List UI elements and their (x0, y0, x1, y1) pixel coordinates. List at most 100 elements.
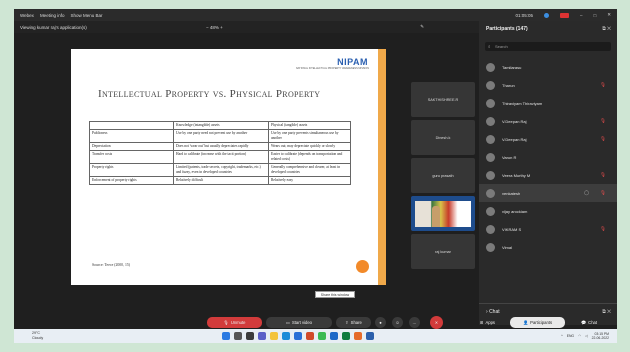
slide-source: Source: Teece (2000, 15) (92, 263, 131, 267)
show-menu-bar[interactable]: Show Menu Bar (70, 13, 102, 18)
chat-label: Chat (588, 320, 598, 325)
tile-name: Dinesh.k (435, 135, 451, 140)
participant-row[interactable]: Thiraviyam Thiraviyam (479, 94, 617, 112)
meeting-info-menu[interactable]: Meeting info (40, 13, 65, 18)
mic-off-icon: 🎙 (223, 319, 229, 325)
record-button[interactable]: ● (375, 317, 386, 328)
share-button[interactable]: ⇪ Share (336, 317, 371, 328)
muted-mic-icon: 🎙 (600, 136, 606, 141)
excel-icon[interactable] (342, 332, 350, 340)
weather-widget[interactable]: 29°C Cloudy (32, 331, 43, 340)
participant-name: vijay arockiam (502, 208, 528, 214)
participants-title: Participants (147) (486, 26, 528, 32)
chat-bubble-icon[interactable]: ◯ (584, 190, 589, 196)
share-icon: ⇪ (345, 320, 349, 325)
teams-icon[interactable] (258, 332, 266, 340)
video-tile[interactable]: guru prasath (411, 158, 475, 193)
tray-chevron-icon[interactable]: ^ (561, 334, 563, 338)
lang-indicator[interactable]: ENG (567, 334, 574, 338)
edge-icon[interactable] (282, 332, 290, 340)
search-icon[interactable] (234, 332, 242, 340)
annotate-icon[interactable]: ✎ (420, 24, 424, 30)
apps-button[interactable]: ⊞ Apps (471, 317, 504, 328)
table-row: Publicness Use by one party need not pre… (89, 129, 351, 143)
more-icon: … (412, 320, 417, 325)
video-tile[interactable]: SAKTHISHREE.R (411, 82, 475, 117)
smile-icon: ☺ (395, 320, 400, 325)
avatar (486, 188, 495, 198)
more-button[interactable]: … (409, 317, 420, 328)
table-cell: Use by one party prevents simultaneous u… (268, 129, 351, 143)
table-cell: Publicness (89, 129, 174, 143)
close-icon[interactable]: ⧉ ✕ (602, 309, 611, 315)
table-cell: Hard to calibrate (increase with the tac… (173, 150, 269, 164)
start-video-label: Start video (291, 320, 312, 325)
chrome-icon[interactable] (318, 332, 326, 340)
avatar (486, 116, 495, 126)
store-icon[interactable] (294, 332, 302, 340)
video-tile[interactable]: Dinesh.k (411, 120, 475, 155)
office-icon[interactable] (306, 332, 314, 340)
participant-row-selected[interactable]: venkatesh ◯ 🎙 (479, 184, 617, 202)
shared-slide: NIPAM NATIONAL INTELLECTUAL PROPERTY AWA… (71, 49, 386, 285)
participant-row[interactable]: V.Deepan Raj 🎙 (479, 112, 617, 130)
search-icon: ⌕ (488, 44, 491, 49)
webex-window: Webex Meeting info Show Menu Bar 01:05:0… (14, 9, 617, 343)
avatar (486, 134, 495, 144)
share-label: Share (350, 320, 362, 325)
table-row: Property rights Limited (patents, trade … (89, 163, 351, 177)
windows-taskbar: 29°C Cloudy ^ ENG ◠ ◁ 03:15 PM 22-06-202… (14, 329, 617, 343)
participant-row[interactable]: Vimal (479, 238, 617, 256)
table-cell: Easier to calibrate (depends on transpor… (268, 150, 351, 164)
participant-row[interactable]: Varun R (479, 148, 617, 166)
comparison-table: Knowledge (intangible) assets Physical (… (89, 121, 351, 185)
record-icon: ● (379, 320, 382, 325)
windows-start-icon[interactable] (222, 332, 230, 340)
participant-row[interactable]: Tharun 🎙 (479, 76, 617, 94)
leave-button[interactable]: ✕ (430, 316, 443, 329)
video-tile-active[interactable] (411, 196, 475, 231)
system-clock[interactable]: 03:15 PM 22-06-2022 (592, 332, 609, 340)
tile-name: SAKTHISHREE.R (427, 97, 459, 102)
participant-search-input[interactable]: ⌕ Search (485, 42, 611, 51)
word-icon[interactable] (330, 332, 338, 340)
participant-row[interactable]: Veera Murthy M 🎙 (479, 166, 617, 184)
participant-row[interactable]: vijay arockiam (479, 202, 617, 220)
chat-button[interactable]: 💬 Chat (571, 317, 607, 328)
participant-row[interactable]: V.Deepan Raj 🎙 (479, 130, 617, 148)
title-bar: Webex Meeting info Show Menu Bar 01:05:0… (14, 9, 617, 21)
start-video-button[interactable]: ▭ Start video (266, 317, 332, 328)
file-explorer-icon[interactable] (270, 332, 278, 340)
close-icon[interactable]: ✕ (607, 12, 611, 18)
table-cell: Relatively easy (268, 176, 351, 185)
participants-button[interactable]: 👤 Participants (510, 317, 565, 328)
participant-row[interactable]: VIKRAM S 🎙 (479, 220, 617, 238)
avatar (486, 98, 495, 108)
panel-close-icon[interactable]: ⧉ ✕ (602, 26, 611, 32)
avatar (486, 170, 495, 180)
participant-name: Thiraviyam Thiraviyam (502, 100, 543, 106)
participant-row[interactable]: Tamilarasu (479, 58, 617, 76)
minimize-icon[interactable]: – (580, 13, 583, 18)
table-cell: Generally comprehensive and clearer, at … (268, 163, 351, 177)
powerpoint-icon[interactable] (354, 332, 362, 340)
maximize-icon[interactable]: □ (594, 13, 597, 18)
chat-title: Chat (489, 309, 500, 315)
camera-feed (415, 200, 471, 227)
taskbar-apps (222, 332, 374, 340)
share-tooltip: Share this window (315, 291, 355, 298)
zoom-control[interactable]: − 48% + (206, 25, 223, 30)
wifi-icon[interactable]: ◠ (578, 334, 581, 338)
avatar (486, 62, 495, 72)
participant-name: Tamilarasu (502, 64, 522, 70)
table-cell: Enforcement of property rights (89, 176, 174, 185)
video-tile[interactable]: raj kumar (411, 234, 475, 269)
reactions-button[interactable]: ☺ (392, 317, 403, 328)
webex-icon[interactable] (366, 332, 374, 340)
task-view-icon[interactable] (246, 332, 254, 340)
people-icon: 👤 (522, 319, 529, 325)
avatar (486, 152, 495, 162)
speaker-icon[interactable]: ◁ (585, 334, 588, 338)
clock-date: 22-06-2022 (591, 336, 609, 340)
unmute-button[interactable]: 🎙 Unmute (207, 317, 262, 328)
